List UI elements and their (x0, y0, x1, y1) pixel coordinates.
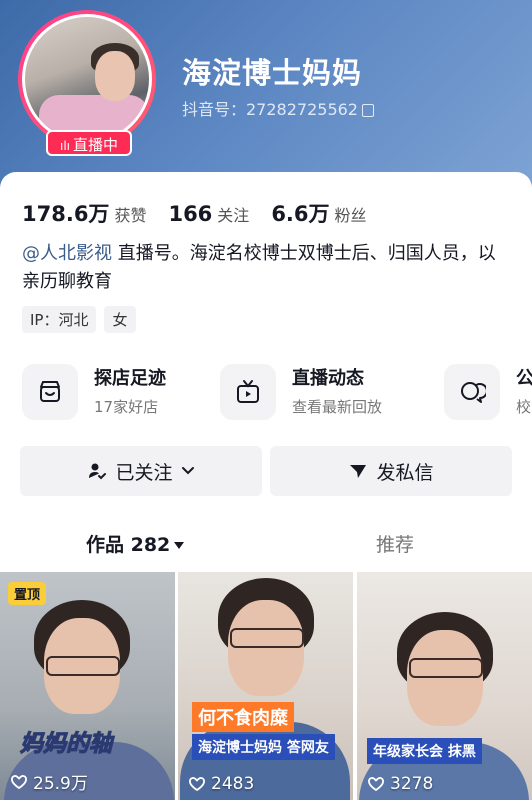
douyin-id-text: 抖音号：27282725562 (182, 100, 358, 119)
person-face (407, 630, 483, 726)
stat-fans-label: 粉丝 (334, 206, 367, 225)
tag-gender: 女 (104, 306, 136, 333)
followed-button[interactable]: 已关注 (20, 446, 262, 496)
live-badge[interactable]: ılı 直播中 (46, 130, 132, 156)
likes-count-text: 3278 (390, 774, 434, 794)
video-caption-top: 何不食肉糜 (192, 702, 294, 732)
entry-live-subtitle: 查看最新回放 (292, 398, 383, 416)
bio-mention-link[interactable]: @人北影视 (22, 243, 112, 264)
likes-count: 25.9万 (10, 769, 88, 794)
stat-likes[interactable]: 178.6万 获赞 (22, 198, 146, 228)
likes-count: 2483 (188, 774, 254, 794)
feature-entries: 探店足迹 17家好店 直播动态 查看最新回放 公 校 (22, 360, 532, 422)
video-grid: 置顶 妈妈的轴 25.9万 何不食肉糜 海淀博士妈妈 答网友 2483 年级家长… (0, 572, 532, 800)
chat-bubbles-icon (444, 364, 500, 420)
chevron-down-icon (181, 467, 194, 475)
glasses (230, 628, 304, 648)
tab-recommend[interactable]: 推荐 (376, 530, 414, 557)
entry-third[interactable]: 公 校 (444, 360, 532, 422)
tab-works[interactable]: 作品 282 (86, 530, 185, 557)
glasses (409, 658, 483, 678)
tag-ip: IP：河北 (22, 306, 97, 333)
profile-bio: @人北影视 直播号。海淀名校博士双博士后、归国人员，以亲历聊教育 (22, 240, 512, 296)
stat-fans[interactable]: 6.6万 粉丝 (271, 198, 366, 228)
video-tile[interactable]: 置顶 妈妈的轴 25.9万 (0, 572, 175, 800)
entry-store-visits[interactable]: 探店足迹 17家好店 (22, 360, 212, 422)
stat-following[interactable]: 166 关注 (168, 202, 249, 226)
live-bars-icon: ılı (59, 139, 70, 153)
caret-down-icon (174, 542, 185, 549)
stat-following-label: 关注 (217, 206, 250, 225)
video-caption: 年级家长会 抹黑 (367, 738, 482, 764)
send-message-label: 发私信 (376, 461, 434, 484)
profile-tags: IP：河北 女 (22, 306, 136, 333)
store-icon (22, 364, 78, 420)
glasses (46, 656, 120, 676)
stat-following-num: 166 (168, 202, 213, 226)
douyin-id[interactable]: 抖音号：27282725562 (182, 96, 374, 120)
tab-works-label: 作品 282 (86, 534, 171, 556)
live-badge-label: 直播中 (73, 136, 119, 154)
entry-live-updates[interactable]: 直播动态 查看最新回放 (220, 360, 430, 422)
likes-count-text: 25.9万 (33, 774, 88, 794)
entry-third-subtitle: 校 (516, 398, 532, 416)
profile-nickname: 海淀博士妈妈 (182, 56, 363, 90)
user-check-icon (89, 463, 107, 480)
send-icon (350, 465, 367, 478)
stat-fans-num: 6.6万 (271, 202, 330, 226)
video-caption-bottom: 海淀博士妈妈 答网友 (192, 734, 335, 760)
avatar-face (95, 51, 135, 101)
entry-store-title: 探店足迹 (94, 368, 166, 389)
send-message-button[interactable]: 发私信 (270, 446, 512, 496)
avatar-live-ring[interactable] (18, 10, 156, 148)
likes-count: 3278 (367, 774, 433, 794)
tv-icon (220, 364, 276, 420)
avatar[interactable] (22, 14, 152, 144)
copy-icon[interactable] (361, 104, 374, 117)
entry-third-title: 公 (516, 368, 532, 389)
likes-count-text: 2483 (211, 774, 255, 794)
video-caption: 妈妈的轴 (20, 731, 113, 758)
stat-likes-label: 获赞 (114, 206, 147, 225)
pinned-badge: 置顶 (8, 582, 47, 605)
video-tile[interactable]: 何不食肉糜 海淀博士妈妈 答网友 2483 (178, 572, 353, 800)
heart-icon (189, 777, 205, 792)
action-buttons: 已关注 发私信 (20, 446, 512, 496)
followed-button-label: 已关注 (115, 461, 173, 484)
heart-icon (11, 774, 27, 789)
profile-header: ılı 直播中 海淀博士妈妈 抖音号：27282725562 (0, 0, 532, 190)
entry-live-title: 直播动态 (292, 368, 364, 389)
person-face (228, 600, 304, 696)
entry-store-subtitle: 17家好店 (94, 398, 159, 416)
content-tabs: 作品 282 推荐 (0, 520, 532, 566)
video-tile[interactable]: 年级家长会 抹黑 3278 (357, 572, 532, 800)
heart-icon (368, 777, 384, 792)
stats-row: 178.6万 获赞 166 关注 6.6万 粉丝 (22, 198, 367, 228)
stat-likes-num: 178.6万 (22, 202, 110, 226)
